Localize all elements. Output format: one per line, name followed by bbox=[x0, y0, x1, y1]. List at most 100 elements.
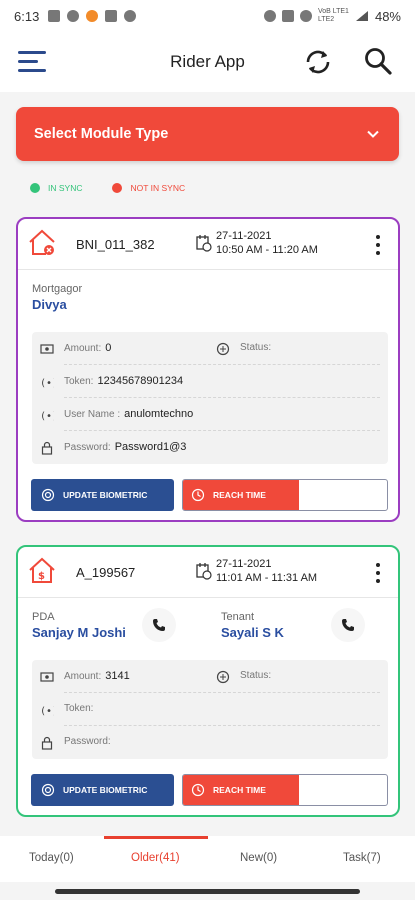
password-label: Password: bbox=[64, 736, 111, 747]
tab-older[interactable]: Older(41) bbox=[131, 852, 180, 864]
svg-text:(•): (•) bbox=[40, 411, 54, 422]
more-options-button[interactable] bbox=[370, 233, 386, 257]
reach-time-slider[interactable]: REACH TIME bbox=[182, 774, 388, 806]
gallery-icon bbox=[105, 10, 118, 22]
alarm-icon bbox=[263, 10, 276, 22]
tenant-name: Sayali S K bbox=[221, 625, 284, 640]
network-label: LTE2 bbox=[317, 16, 335, 23]
reach-time-slider[interactable]: REACH TIME bbox=[182, 479, 388, 511]
details-box: Amount:3141 Status: (•) Token: Password: bbox=[32, 660, 388, 759]
status-icon bbox=[216, 670, 230, 684]
token-row: (•) Token:12345678901234 bbox=[32, 365, 388, 398]
clock-icon bbox=[191, 783, 205, 797]
select-module-type-dropdown[interactable]: Select Module Type bbox=[16, 107, 399, 161]
tab-new[interactable]: New(0) bbox=[240, 852, 277, 864]
svg-text:$: $ bbox=[38, 571, 45, 582]
update-biometric-button[interactable]: UPDATE BIOMETRIC bbox=[31, 479, 174, 511]
bottom-tabs: Today(0) Older(41) New(0) Task(7) bbox=[0, 836, 415, 882]
loan-id: BNI_011_382 bbox=[76, 237, 155, 252]
house-not-synced-icon bbox=[29, 229, 55, 255]
calendar-clock-icon bbox=[196, 563, 212, 580]
svg-text:(•): (•) bbox=[40, 378, 54, 389]
gesture-handle[interactable] bbox=[55, 889, 360, 894]
token-row: (•) Token: bbox=[32, 693, 388, 726]
amount-row: Amount: 0 Status: bbox=[32, 332, 388, 365]
visit-date: 27-11-2021 bbox=[216, 558, 272, 570]
system-nav-bar bbox=[0, 882, 415, 900]
username-label: User Name : bbox=[64, 409, 121, 420]
legend-label: NOT IN SYNC bbox=[130, 183, 186, 193]
status-icon bbox=[216, 342, 230, 356]
house-rupee-icon: $ bbox=[29, 557, 55, 583]
sync-legend: IN SYNC NOT IN SYNC bbox=[30, 183, 215, 193]
clock-icon bbox=[191, 488, 205, 502]
reach-time-fill: REACH TIME bbox=[183, 480, 299, 510]
token-label: Token: bbox=[64, 703, 94, 714]
active-tab-indicator bbox=[104, 836, 208, 839]
status-label: Status: bbox=[240, 670, 272, 681]
amount-field: Amount: 0 bbox=[64, 342, 111, 354]
not-in-sync-dot bbox=[112, 183, 123, 193]
visit-card[interactable]: BNI_011_382 27-11-2021 10:50 AM - 11:20 … bbox=[16, 217, 400, 522]
username-value: anulomtechno bbox=[124, 408, 194, 420]
mortgagor-name: Divya bbox=[32, 297, 67, 312]
password-field: Password: Password1@3 bbox=[64, 441, 186, 453]
password-row: Password: Password1@3 bbox=[32, 431, 388, 464]
password-value: Password1@3 bbox=[114, 441, 187, 453]
tenant-label: Tenant bbox=[221, 611, 255, 623]
in-sync-dot bbox=[30, 183, 40, 193]
silent-icon bbox=[281, 10, 294, 22]
status-label: Status: bbox=[240, 342, 272, 353]
visit-card[interactable]: $ A_199567 27-11-2021 11:01 AM - 11:31 A… bbox=[16, 545, 400, 817]
token-value: 12345678901234 bbox=[97, 375, 184, 387]
status-bar: 6:13 VoB LTE1 LTE2 48% bbox=[0, 0, 415, 32]
divider bbox=[18, 269, 398, 270]
tab-task[interactable]: Task(7) bbox=[343, 852, 381, 864]
amount-value: 3141 bbox=[105, 670, 130, 682]
call-pda-button[interactable] bbox=[142, 608, 176, 642]
details-box: Amount:0 Status: (•) Token:1234567890123… bbox=[32, 332, 388, 464]
legend-not-in-sync: NOT IN SYNC bbox=[112, 183, 185, 193]
update-biometric-label: UPDATE BIOMETRIC bbox=[63, 490, 148, 500]
reach-time-fill: REACH TIME bbox=[183, 775, 299, 805]
visit-time-range: 11:01 AM - 11:31 AM bbox=[216, 572, 318, 584]
sync-icon[interactable] bbox=[302, 46, 334, 78]
cash-icon bbox=[40, 344, 54, 354]
reach-time-label: REACH TIME bbox=[213, 490, 266, 500]
battery-level: 48% bbox=[374, 8, 401, 24]
mortgagor-label: Mortgagor bbox=[32, 283, 83, 295]
pda-name: Sanjay M Joshi bbox=[32, 625, 126, 640]
tab-today[interactable]: Today(0) bbox=[29, 852, 74, 864]
token-icon: (•) bbox=[40, 378, 54, 389]
app-bar: Rider App bbox=[0, 32, 415, 92]
pda-label: PDA bbox=[32, 611, 55, 623]
token-field: Token: 12345678901234 bbox=[64, 375, 183, 387]
token-label: Token: bbox=[64, 376, 94, 387]
token-icon: (•) bbox=[40, 706, 54, 717]
network-label: VoB LTE1 bbox=[317, 8, 349, 15]
loan-id: A_199567 bbox=[76, 565, 136, 580]
status-time: 6:13 bbox=[14, 8, 40, 24]
notification-icon bbox=[48, 10, 61, 22]
calendar-clock-icon bbox=[196, 235, 212, 252]
amount-label: Amount: bbox=[64, 671, 102, 682]
update-biometric-button[interactable]: UPDATE BIOMETRIC bbox=[31, 774, 174, 806]
legend-in-sync: IN SYNC bbox=[30, 183, 82, 193]
fingerprint-icon bbox=[41, 488, 55, 502]
select-module-type-label: Select Module Type bbox=[34, 126, 169, 142]
cash-icon bbox=[40, 672, 54, 682]
app-notification-icon bbox=[86, 10, 99, 22]
chevron-down-icon bbox=[367, 130, 379, 138]
call-tenant-button[interactable] bbox=[331, 608, 365, 642]
location-icon bbox=[299, 10, 312, 22]
username-field: User Name : anulomtechno bbox=[64, 408, 193, 420]
visit-time-range: 10:50 AM - 11:20 AM bbox=[216, 244, 318, 256]
user-icon: (•) bbox=[40, 411, 54, 422]
password-row: Password: bbox=[32, 726, 388, 759]
legend-label: IN SYNC bbox=[48, 183, 83, 193]
signal-icon bbox=[355, 11, 368, 21]
username-row: (•) User Name :anulomtechno bbox=[32, 398, 388, 431]
more-options-button[interactable] bbox=[370, 561, 386, 585]
search-icon[interactable] bbox=[362, 45, 394, 77]
divider bbox=[18, 597, 398, 598]
